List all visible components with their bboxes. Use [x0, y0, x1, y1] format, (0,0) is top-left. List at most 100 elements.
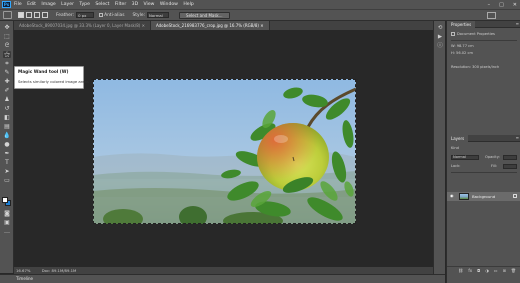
tab-document-1[interactable]: AdobeStock_89007034.jpg @ 33.3% (Layer 0… — [14, 21, 151, 30]
layers-footer: ⛓ fx ◘ ◑ ▭ ⊞ 🗑 — [447, 266, 520, 274]
info-icon[interactable]: ⓘ — [436, 43, 444, 49]
lock-icon — [513, 194, 517, 198]
gradient-tool-icon[interactable]: ▤ — [3, 123, 11, 130]
menu-layer[interactable]: Layer — [61, 2, 74, 7]
layer-row-background[interactable]: ◉ Background — [447, 192, 520, 201]
more-tools-icon[interactable]: … — [3, 228, 11, 235]
menu-image[interactable]: Image — [41, 2, 55, 7]
tools-panel: ✥ ⬚ ᘓ ⚝ ⌗ ✎ ✚ ✐ ♟ ↺ ◧ ▤ 💧 ● ✒ T ➤ ▭ ◙ ▣ … — [0, 21, 14, 273]
magic-wand-tool-icon[interactable]: ⚝ — [3, 51, 11, 58]
kind-filter-label: Kind — [451, 146, 459, 150]
window-controls: – □ ✕ — [479, 0, 517, 9]
path-selection-tool-icon[interactable]: ➤ — [3, 168, 11, 175]
eyedropper-tool-icon[interactable]: ✎ — [3, 69, 11, 76]
menu-filter[interactable]: Filter — [115, 2, 126, 7]
menu-3d[interactable]: 3D — [132, 2, 138, 7]
document-icon — [451, 32, 455, 36]
shape-tool-icon[interactable]: ▭ — [3, 177, 11, 184]
document-info: Doc: 89.1M/89.1M — [41, 268, 77, 273]
quick-mask-icon[interactable]: ◙ — [3, 210, 11, 217]
dodge-tool-icon[interactable]: ● — [3, 141, 11, 148]
layers-menu-icon[interactable]: ≡ — [516, 135, 519, 141]
timeline-tab[interactable]: Timeline — [16, 276, 33, 281]
adjustment-layer-icon[interactable]: ◑ — [485, 268, 489, 273]
feather-input[interactable]: 0 px — [76, 12, 95, 18]
eraser-tool-icon[interactable]: ◧ — [3, 114, 11, 121]
document-properties-row: Document Properties — [451, 32, 495, 36]
menu-file[interactable]: File — [14, 2, 22, 7]
apple-photo — [93, 79, 356, 224]
actions-icon[interactable]: ▶ — [436, 34, 444, 40]
tab-document-2[interactable]: AdobeStock_216983776_crop.jpg @ 16.7% (R… — [150, 21, 270, 30]
delete-layer-icon[interactable]: 🗑 — [511, 268, 516, 273]
menu-select[interactable]: Select — [95, 2, 109, 7]
document-tabs: AdobeStock_89007034.jpg @ 33.3% (Layer 0… — [14, 21, 445, 30]
photoshop-logo: Ps — [2, 1, 11, 8]
tab-layers[interactable]: Layers — [447, 135, 469, 142]
new-group-icon[interactable]: ▭ — [494, 268, 498, 273]
menu-edit[interactable]: Edit — [27, 2, 36, 7]
panel-menu-icon[interactable]: ≡ — [516, 21, 519, 27]
antialias-checkbox[interactable] — [99, 13, 104, 17]
maximize-button[interactable]: □ — [499, 2, 504, 8]
tab-properties[interactable]: Properties — [447, 21, 476, 28]
opacity-input[interactable] — [503, 155, 517, 160]
fx-icon[interactable]: fx — [468, 268, 472, 273]
width-value: W: 98.77 cm — [451, 44, 474, 48]
subtract-from-selection-icon[interactable] — [34, 12, 40, 18]
clone-stamp-tool-icon[interactable]: ♟ — [3, 96, 11, 103]
lasso-tool-icon[interactable]: ᘓ — [3, 42, 11, 49]
fill-label: Fill: — [491, 164, 498, 168]
fill-input[interactable] — [503, 164, 517, 169]
screen-mode-icon[interactable]: ▣ — [3, 219, 11, 226]
minimize-button[interactable]: – — [488, 2, 491, 8]
history-brush-tool-icon[interactable]: ↺ — [3, 105, 11, 112]
new-selection-icon[interactable] — [18, 12, 24, 18]
layers-panel-header: Layers ≡ — [447, 135, 520, 142]
intersect-selection-icon[interactable] — [42, 12, 48, 18]
menu-help[interactable]: Help — [183, 2, 193, 7]
kind-filter[interactable]: Kind — [451, 146, 459, 150]
tooltip-description: Selects similarly colored image areas — [18, 79, 89, 84]
document-image[interactable] — [93, 79, 356, 224]
new-layer-icon[interactable]: ⊞ — [503, 268, 506, 273]
move-tool-icon[interactable]: ✥ — [3, 24, 11, 31]
layer-name: Background — [472, 194, 496, 199]
menu-window[interactable]: Window — [160, 2, 178, 7]
link-layers-icon[interactable]: ⛓ — [458, 268, 463, 273]
height-value: H: 56.02 cm — [451, 51, 473, 55]
healing-brush-tool-icon[interactable]: ✚ — [3, 78, 11, 85]
blend-mode-value: Normal — [453, 155, 467, 159]
opacity-label: Opacity: — [485, 155, 500, 159]
workspace-switcher-icon[interactable] — [487, 12, 496, 19]
collapsed-panel-strip: ⟲ ▶ ⓘ — [433, 21, 445, 274]
right-panels: Properties ≡ Document Properties W: 98.7… — [446, 21, 520, 283]
menu-type[interactable]: Type — [79, 2, 90, 7]
tooltip-title: Magic Wand tool (W) — [18, 70, 69, 75]
blur-tool-icon[interactable]: 💧 — [3, 132, 11, 139]
foreground-color-swatch[interactable] — [2, 197, 8, 203]
close-button[interactable]: ✕ — [513, 2, 517, 8]
select-and-mask-button[interactable]: Select and Mask... — [179, 11, 230, 19]
resolution-value: Resolution: 300 pixels/inch — [451, 65, 500, 69]
menu-view[interactable]: View — [144, 2, 155, 7]
tool-preset-picker[interactable] — [3, 11, 12, 19]
lock-label: Lock: — [451, 164, 461, 168]
visibility-eye-icon[interactable]: ◉ — [450, 194, 455, 198]
magic-wand-tooltip: Magic Wand tool (W) Selects similarly co… — [14, 66, 89, 89]
divider — [451, 40, 517, 41]
menu-bar: Ps File Edit Image Layer Type Select Fil… — [0, 0, 520, 9]
history-icon[interactable]: ⟲ — [436, 25, 444, 31]
add-to-selection-icon[interactable] — [26, 12, 32, 18]
zoom-level[interactable]: 16.67% — [16, 268, 30, 273]
status-bar: 16.67% Doc: 89.1M/89.1M — [14, 267, 445, 274]
style-select[interactable]: Normal — [147, 12, 170, 18]
marquee-tool-icon[interactable]: ⬚ — [3, 33, 11, 40]
options-bar: Feather: 0 px Anti-alias Style: Normal S… — [0, 9, 520, 21]
style-label: Style: — [132, 12, 146, 18]
pen-tool-icon[interactable]: ✒ — [3, 150, 11, 157]
type-tool-icon[interactable]: T — [3, 159, 11, 166]
add-mask-icon[interactable]: ◘ — [477, 268, 480, 273]
brush-tool-icon[interactable]: ✐ — [3, 87, 11, 94]
crop-tool-icon[interactable]: ⌗ — [3, 60, 11, 67]
